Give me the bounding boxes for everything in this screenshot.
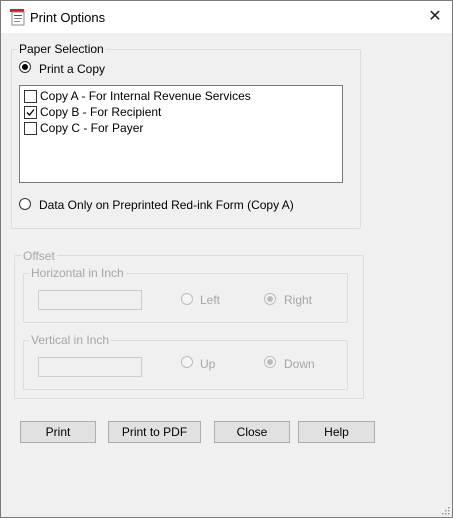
right-label[interactable]: Right [284,293,312,307]
list-item[interactable]: Copy C - For Payer [22,120,340,136]
data-only-label[interactable]: Data Only on Preprinted Red-ink Form (Co… [39,198,294,212]
paper-selection-legend: Paper Selection [17,42,106,56]
print-a-copy-label[interactable]: Print a Copy [39,62,105,76]
copy-a-label: Copy A - For Internal Revenue Services [40,89,251,103]
down-label[interactable]: Down [284,357,315,371]
copy-b-checkbox[interactable] [24,106,37,119]
print-options-dialog: Print Options ✕ Paper Selection Print a … [0,0,453,518]
dialog-title: Print Options [30,10,106,25]
vertical-offset-legend: Vertical in Inch [29,333,112,347]
left-radio[interactable] [181,293,193,305]
down-radio[interactable] [264,356,276,368]
help-button[interactable]: Help [298,421,375,443]
copy-c-label: Copy C - For Payer [40,121,144,135]
vertical-offset-input[interactable] [38,357,142,377]
title-bar[interactable]: Print Options ✕ [1,1,452,33]
print-to-pdf-button[interactable]: Print to PDF [108,421,201,443]
left-label[interactable]: Left [200,293,220,307]
print-button[interactable]: Print [20,421,96,443]
data-only-radio[interactable] [19,198,31,210]
resize-grip-icon[interactable] [440,505,450,515]
close-button[interactable]: Close [214,421,290,443]
horizontal-offset-input[interactable] [38,290,142,310]
up-radio[interactable] [181,356,193,368]
print-a-copy-radio[interactable] [19,61,31,73]
copy-b-label: Copy B - For Recipient [40,105,162,119]
list-item[interactable]: Copy A - For Internal Revenue Services [22,88,340,104]
up-label[interactable]: Up [200,357,215,371]
offset-legend: Offset [21,249,57,263]
checkmark-icon [26,109,35,116]
copy-a-checkbox[interactable] [24,90,37,103]
app-logo-icon [10,9,25,26]
close-window-button[interactable]: ✕ [419,5,451,29]
copy-list[interactable]: Copy A - For Internal Revenue Services C… [19,85,343,183]
list-item[interactable]: Copy B - For Recipient [22,104,340,120]
horizontal-offset-legend: Horizontal in Inch [29,266,126,280]
close-icon: ✕ [428,8,442,25]
copy-c-checkbox[interactable] [24,122,37,135]
right-radio[interactable] [264,293,276,305]
